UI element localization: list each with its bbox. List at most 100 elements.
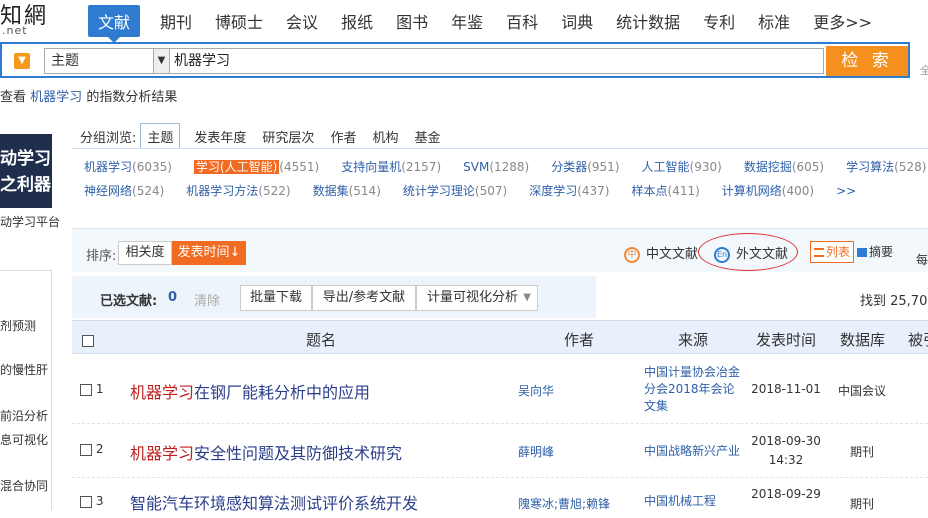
hint-suffix[interactable]: 的指数分析结果 xyxy=(86,90,177,105)
nav-item-dictionary[interactable]: 词典 xyxy=(561,9,593,33)
view-list-button[interactable]: 列表 xyxy=(810,241,854,263)
sort-bar: 排序: 相关度 发表时间↓ 中中文文献 En 外文文献 列表 摘要 每 xyxy=(72,228,928,272)
topic-tag[interactable]: 样本点(411) xyxy=(631,184,699,198)
topic-tag[interactable]: 神经网络(524) xyxy=(84,184,164,198)
topic-tag[interactable]: 人工智能(930) xyxy=(642,160,722,174)
author-link[interactable]: 吴向华 xyxy=(518,382,554,399)
view-abstract-button[interactable]: 摘要 xyxy=(854,241,896,263)
topic-tag[interactable]: 机器学习(6035) xyxy=(84,160,172,174)
topic-tag[interactable]: 数据挖掘(605) xyxy=(744,160,824,174)
table-row: 2 机器学习安全性问题及其防御技术研究 薛明峰 中国战略新兴产业 2018-09… xyxy=(72,424,928,478)
topic-tag[interactable]: 学习算法(528) xyxy=(846,160,926,174)
search-input[interactable]: 机器学习 xyxy=(170,48,824,74)
promo-banner[interactable]: 动学习 之利器 xyxy=(0,134,52,208)
chinese-docs-filter[interactable]: 中中文文献 xyxy=(624,243,698,263)
nav-item-more[interactable]: 更多>> xyxy=(813,9,872,33)
results-count: 找到 25,703 xyxy=(860,294,928,309)
foreign-docs-filter[interactable]: En 外文文献 xyxy=(714,243,788,263)
source-link[interactable]: 中国战略新兴产业 xyxy=(644,443,740,460)
related-item[interactable]: 的慢性肝 xyxy=(0,361,48,378)
nav-item-books[interactable]: 图书 xyxy=(396,9,428,33)
chevron-down-icon[interactable]: ▼ xyxy=(14,53,30,69)
nav-item-journals[interactable]: 期刊 xyxy=(160,9,192,33)
promo-line2: 之利器 xyxy=(0,175,51,195)
group-browse-label: 分组浏览: xyxy=(80,130,137,146)
column-source[interactable]: 来源 xyxy=(678,329,708,350)
group-tab-topic[interactable]: 主题 xyxy=(140,123,181,149)
search-field-value: 主题 xyxy=(51,53,79,69)
visualize-dropdown[interactable]: 计量可视化分析 ▼ xyxy=(416,285,538,311)
topic-tag[interactable]: 支持向量机(2157) xyxy=(341,160,441,174)
database-label: 期刊 xyxy=(849,445,874,459)
hint-keyword-link[interactable]: 机器学习 xyxy=(30,90,82,105)
sort-relevance-button[interactable]: 相关度 xyxy=(118,241,172,265)
related-list: 剂预测 的慢性肝 前沿分析 息可视化 混合协同 xyxy=(0,270,52,510)
column-title[interactable]: 题名 xyxy=(306,329,336,350)
select-arrow-icon[interactable]: ▼ xyxy=(153,49,169,73)
cnki-logo[interactable]: 知網 .net xyxy=(0,0,60,40)
batch-download-button[interactable]: 批量下载 xyxy=(240,285,312,311)
nav-item-literature[interactable]: 文献 xyxy=(88,5,141,43)
sort-label: 排序: xyxy=(86,249,117,264)
more-tags-link[interactable]: >> xyxy=(836,184,856,198)
search-button[interactable]: 检 索 xyxy=(826,46,908,76)
source-link[interactable]: 中国机械工程 xyxy=(644,493,716,510)
topic-tag[interactable]: 分类器(951) xyxy=(551,160,619,174)
topic-tag[interactable]: SVM(1288) xyxy=(463,160,529,174)
nav-item-standards[interactable]: 标准 xyxy=(758,9,790,33)
topic-tag-highlighted[interactable]: 学习(人工智能) (4551) xyxy=(193,160,319,174)
column-database[interactable]: 数据库 xyxy=(840,329,885,350)
selected-count[interactable]: 0 xyxy=(168,290,177,305)
advanced-search-link[interactable]: 全 xyxy=(920,62,928,78)
topic-tag[interactable]: 机器学习方法(522) xyxy=(186,184,290,198)
topic-tag[interactable]: 计算机网络(400) xyxy=(722,184,814,198)
result-title-link[interactable]: 智能汽车环境感知算法测试评价系统开发 xyxy=(130,490,418,514)
nav-item-conferences[interactable]: 会议 xyxy=(286,9,318,33)
related-item[interactable]: 剂预测 xyxy=(0,317,36,334)
abstract-icon xyxy=(856,248,867,257)
publish-date: 2018-09-29 xyxy=(751,487,821,501)
result-title-link[interactable]: 机器学习在钢厂能耗分析中的应用 xyxy=(130,379,370,403)
column-author[interactable]: 作者 xyxy=(564,329,594,350)
list-icon xyxy=(813,248,824,257)
result-title-link[interactable]: 机器学习安全性问题及其防御技术研究 xyxy=(130,440,402,464)
divider xyxy=(72,148,928,149)
nav-item-statistics[interactable]: 统计数据 xyxy=(616,9,680,33)
group-tab-year[interactable]: 发表年度 xyxy=(194,127,246,146)
topic-tag[interactable]: 深度学习(437) xyxy=(529,184,609,198)
related-item[interactable]: 息可视化 xyxy=(0,431,48,448)
chevron-down-icon: ▼ xyxy=(523,292,531,303)
row-checkbox[interactable]: 2 xyxy=(80,442,103,456)
search-field-select[interactable]: 主题 ▼ xyxy=(44,48,170,74)
group-tab-level[interactable]: 研究层次 xyxy=(262,127,314,146)
nav-item-newspapers[interactable]: 报纸 xyxy=(341,9,373,33)
logo-domain: .net xyxy=(2,24,28,37)
export-button[interactable]: 导出/参考文献 xyxy=(312,285,416,311)
group-tab-fund[interactable]: 基金 xyxy=(414,127,440,146)
group-tab-institution[interactable]: 机构 xyxy=(372,127,398,146)
chinese-docs-icon: 中 xyxy=(624,246,640,263)
clear-button[interactable]: 清除 xyxy=(194,290,220,309)
selected-docs-label: 已选文献: xyxy=(100,294,158,309)
row-checkbox[interactable]: 3 xyxy=(80,494,103,508)
source-link[interactable]: 中国计量协会冶金 分会2018年会论 文集 xyxy=(644,364,740,415)
sort-date-button[interactable]: 发表时间↓ xyxy=(172,241,246,265)
nav-item-theses[interactable]: 博硕士 xyxy=(215,9,263,33)
nav-item-yearbooks[interactable]: 年鉴 xyxy=(451,9,483,33)
table-row: 1 机器学习在钢厂能耗分析中的应用 吴向华 中国计量协会冶金 分会2018年会论文… xyxy=(72,356,928,424)
column-citations[interactable]: 被引 xyxy=(908,329,928,350)
author-link[interactable]: 薛明峰 xyxy=(518,443,554,460)
group-tab-author[interactable]: 作者 xyxy=(330,127,356,146)
select-all-checkbox[interactable] xyxy=(82,331,94,349)
topic-tags-row2: 神经网络(524) 机器学习方法(522) 数据集(514) 统计学习理论(507) 深… xyxy=(84,182,878,199)
row-checkbox[interactable]: 1 xyxy=(80,382,103,396)
related-item[interactable]: 混合协同 xyxy=(0,477,48,494)
nav-item-encyclopedia[interactable]: 百科 xyxy=(506,9,538,33)
nav-item-patents[interactable]: 专利 xyxy=(703,9,735,33)
related-item[interactable]: 前沿分析 xyxy=(0,407,48,424)
promo-caption[interactable]: 动学习平台 xyxy=(0,213,60,230)
column-date[interactable]: 发表时间 xyxy=(756,329,816,350)
topic-tag[interactable]: 统计学习理论(507) xyxy=(403,184,507,198)
topic-tag[interactable]: 数据集(514) xyxy=(313,184,381,198)
publish-date: 2018-11-01 xyxy=(751,382,821,396)
